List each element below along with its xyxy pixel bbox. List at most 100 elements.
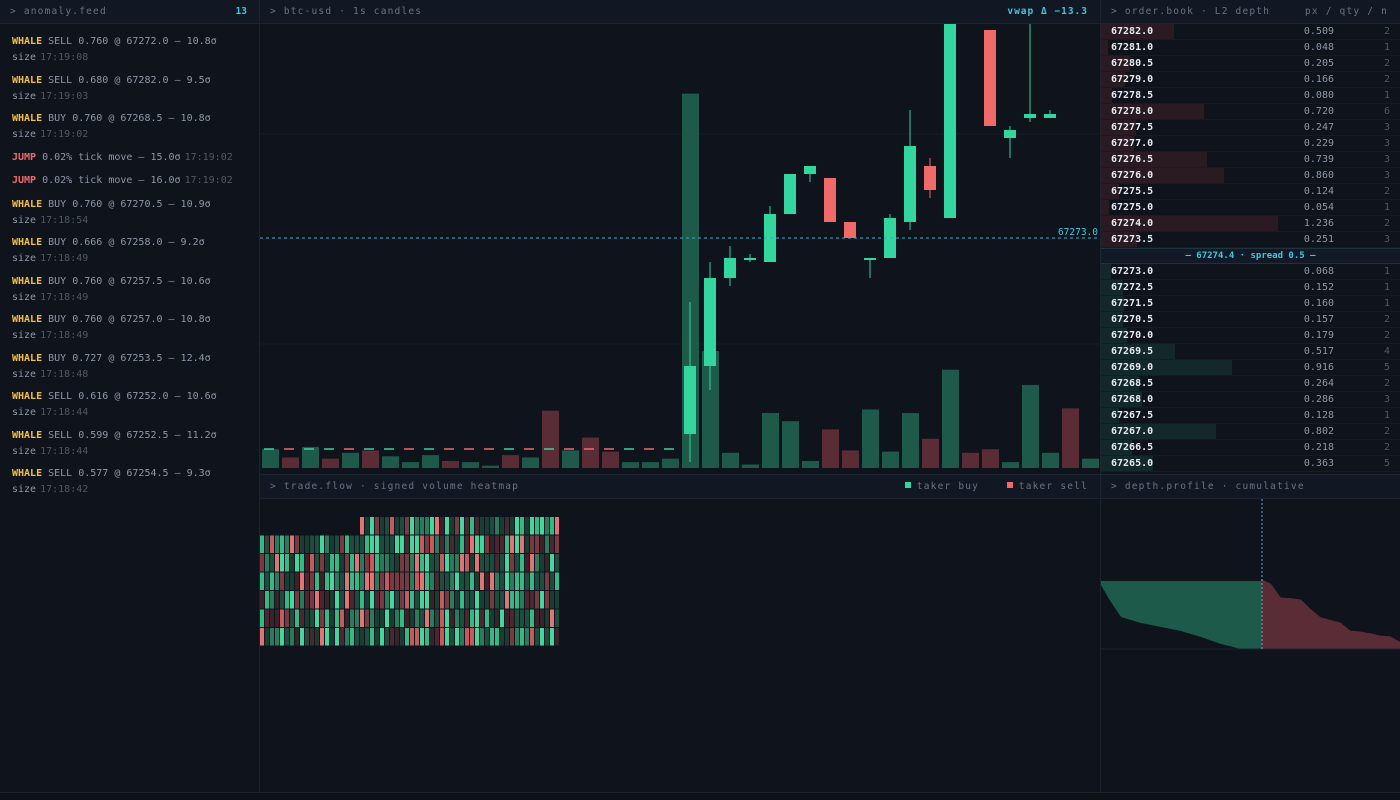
anomaly-item[interactable]: WHALE SELL 0.577 @ 67254.5 — 9.3σ size 17:…	[12, 466, 252, 498]
flow-cell	[550, 572, 554, 590]
flow-cell	[275, 609, 279, 627]
flow-cell	[315, 554, 319, 572]
candle-body[interactable]	[724, 258, 736, 278]
anomaly-item[interactable]: WHALE BUY 0.760 @ 67257.0 — 10.8σ size 17:…	[12, 312, 252, 344]
bid-row[interactable]: 67269.0 0.916 5	[1101, 360, 1400, 376]
flow-cell	[295, 628, 299, 646]
bid-qty: 0.218	[1303, 442, 1334, 453]
flow-cell	[445, 628, 449, 646]
ask-row[interactable]: 67282.0 0.509 2	[1101, 24, 1400, 40]
ask-row[interactable]: 67274.0 1.236 2	[1101, 216, 1400, 232]
flow-cell	[455, 628, 459, 646]
anomaly-item[interactable]: WHALE SELL 0.760 @ 67272.0 — 10.8σ size 17…	[12, 34, 252, 66]
flow-cell	[550, 517, 554, 535]
ask-row[interactable]: 67278.0 0.720 6	[1101, 104, 1400, 120]
candle-body[interactable]	[744, 258, 756, 260]
volume-bar	[342, 452, 359, 468]
flow-cell	[535, 517, 539, 535]
flow-cell	[335, 572, 339, 590]
spread-indicator: — 67274.4 · spread 0.5 —	[1101, 248, 1400, 264]
candle-body[interactable]	[864, 258, 876, 260]
bid-row[interactable]: 67270.0 0.179 2	[1101, 328, 1400, 344]
anomaly-item[interactable]: WHALE SELL 0.599 @ 67252.5 — 11.2σ size 17…	[12, 428, 252, 460]
bid-qty: 0.286	[1303, 394, 1334, 405]
anomaly-item[interactable]: WHALE BUY 0.760 @ 67268.5 — 10.8σ size 17:…	[12, 111, 252, 143]
ask-row[interactable]: 67277.0 0.229 3	[1101, 136, 1400, 152]
ask-row[interactable]: 67279.0 0.166 2	[1101, 72, 1400, 88]
bid-row[interactable]: 67272.5 0.152 1	[1101, 280, 1400, 296]
bid-row[interactable]: 67268.0 0.286 3	[1101, 392, 1400, 408]
candle-body[interactable]	[684, 366, 696, 434]
flow-cell	[425, 591, 429, 609]
bid-qty: 0.179	[1303, 330, 1334, 341]
flow-cell	[505, 572, 509, 590]
bid-row[interactable]: 67273.0 0.068 1	[1101, 264, 1400, 280]
anomaly-item[interactable]: WHALE BUY 0.760 @ 67257.5 — 10.6σ size 17:…	[12, 274, 252, 306]
flow-cell	[315, 609, 319, 627]
candle-body[interactable]	[784, 174, 796, 214]
ask-row[interactable]: 67276.0 0.860 3	[1101, 168, 1400, 184]
ask-qty: 0.251	[1303, 234, 1334, 245]
candle-chart[interactable]: 67273.0	[260, 24, 1100, 474]
anomaly-feed-panel: > anomaly.feed 13 WHALE SELL 0.760 @ 6727…	[0, 0, 259, 792]
bid-price: 67267.0	[1111, 426, 1154, 437]
candle-body[interactable]	[984, 30, 996, 126]
bid-row[interactable]: 67265.0 0.363 5	[1101, 456, 1400, 472]
flow-cell	[525, 554, 529, 572]
trade-flow-panel: > trade.flow · signed volume heatmap tak…	[260, 475, 1100, 792]
flow-cell	[320, 628, 324, 646]
flow-cell	[395, 517, 399, 535]
flow-cell	[405, 517, 409, 535]
anomaly-count-badge: 13	[235, 6, 247, 17]
flow-cell	[465, 591, 469, 609]
flow-cell	[510, 517, 514, 535]
ask-row[interactable]: 67276.5 0.739 3	[1101, 152, 1400, 168]
ask-row[interactable]: 67277.5 0.247 3	[1101, 120, 1400, 136]
ask-qty: 0.205	[1303, 58, 1334, 69]
candle-body[interactable]	[824, 178, 836, 222]
flow-cell	[365, 628, 369, 646]
anomaly-item[interactable]: JUMP 0.02% tick move — 15.0σ 17:19:02	[12, 150, 252, 166]
ask-row[interactable]: 67280.5 0.205 2	[1101, 56, 1400, 72]
bid-row[interactable]: 67271.5 0.160 1	[1101, 296, 1400, 312]
ask-row[interactable]: 67281.0 0.048 1	[1101, 40, 1400, 56]
bid-row[interactable]: 67268.5 0.264 2	[1101, 376, 1400, 392]
taker-buy-swatch	[904, 482, 911, 488]
bid-row[interactable]: 67269.5 0.517 4	[1101, 344, 1400, 360]
candle-body[interactable]	[1004, 130, 1016, 138]
ask-row[interactable]: 67278.5 0.080 1	[1101, 88, 1400, 104]
flow-cell	[280, 572, 284, 590]
candle-body[interactable]	[1044, 114, 1056, 118]
anomaly-item[interactable]: WHALE SELL 0.616 @ 67252.0 — 10.6σ size 17…	[12, 389, 252, 421]
anomaly-item[interactable]: WHALE SELL 0.680 @ 67282.0 — 9.5σ size 17:…	[12, 73, 252, 105]
ask-row[interactable]: 67275.5 0.124 2	[1101, 184, 1400, 200]
candle-body[interactable]	[804, 166, 816, 174]
flow-cell	[555, 591, 559, 609]
anomaly-item[interactable]: WHALE BUY 0.666 @ 67258.0 — 9.2σ size 17:1…	[12, 235, 252, 267]
candle-body[interactable]	[944, 24, 956, 218]
candle-body[interactable]	[924, 166, 936, 190]
bid-row[interactable]: 67267.0 0.802 2	[1101, 424, 1400, 440]
ask-row[interactable]: 67275.0 0.054 1	[1101, 200, 1400, 216]
candle-body[interactable]	[704, 278, 716, 366]
trade-flow-heatmap[interactable]	[260, 499, 1100, 792]
anomaly-item[interactable]: JUMP 0.02% tick move — 16.0σ 17:19:02	[12, 173, 252, 189]
ask-row[interactable]: 67273.5 0.251 3	[1101, 232, 1400, 248]
candle-body[interactable]	[904, 146, 916, 222]
bid-qty: 0.152	[1303, 282, 1334, 293]
bid-row[interactable]: 67266.5 0.218 2	[1101, 440, 1400, 456]
flow-cell	[500, 628, 504, 646]
flow-cell	[490, 572, 494, 590]
anomaly-item[interactable]: WHALE BUY 0.760 @ 67270.5 — 10.9σ size 17:…	[12, 197, 252, 229]
bid-count: 5	[1383, 458, 1390, 469]
flow-cell	[370, 517, 374, 535]
candle-body[interactable]	[844, 222, 856, 238]
anomaly-item[interactable]: WHALE BUY 0.727 @ 67253.5 — 12.4σ size 17:…	[12, 351, 252, 383]
candle-body[interactable]	[1024, 114, 1036, 118]
bid-row[interactable]: 67267.5 0.128 1	[1101, 408, 1400, 424]
depth-chart[interactable]	[1101, 499, 1400, 792]
flow-cell	[510, 554, 514, 572]
ask-count: 1	[1383, 42, 1390, 53]
bid-row[interactable]: 67270.5 0.157 2	[1101, 312, 1400, 328]
flow-cell	[540, 591, 544, 609]
